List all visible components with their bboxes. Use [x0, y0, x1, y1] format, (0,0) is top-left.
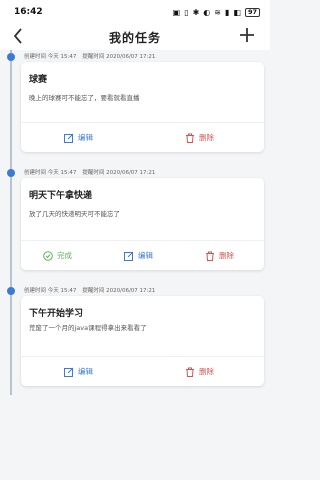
edit-label: 编辑: [78, 133, 93, 142]
edit-label: 编辑: [78, 367, 93, 376]
battery-indicator: 97: [244, 7, 260, 17]
edit-button[interactable]: 编辑: [64, 132, 93, 143]
task-body: 晚上的球赛可不能忘了，要看就看直播: [29, 94, 140, 102]
delete-label: 删除: [199, 367, 214, 376]
delete-button[interactable]: 删除: [185, 132, 214, 143]
task-title: 下午开始学习: [29, 309, 84, 319]
remind-time: 提醒时间 2020/06/07 17:21: [82, 288, 156, 294]
remind-time: 提醒时间 2020/06/07 17:21: [82, 54, 156, 60]
battery-level: 97: [247, 8, 257, 16]
delete-button[interactable]: 删除: [185, 366, 214, 377]
nfc-icon: ▣: [172, 7, 181, 17]
status-icons: ▣ ▯ ✱ ◐ ≋ ▮ ◧ 97: [172, 7, 260, 17]
card-divider: [21, 240, 264, 241]
done-button[interactable]: 完成: [43, 250, 72, 261]
timeline-dot: [7, 53, 15, 61]
card-divider: [21, 356, 264, 357]
remind-time: 提醒时间 2020/06/07 17:21: [82, 170, 156, 176]
delete-label: 删除: [219, 251, 234, 260]
task-card[interactable]: 球赛 晚上的球赛可不能忘了，要看就看直播 编辑 删除: [21, 62, 264, 152]
page-title: 我的任务: [108, 30, 161, 45]
status-bar: 16:42 ▣ ▯ ✱ ◐ ≋ ▮ ◧ 97: [0, 0, 270, 24]
created-time: 创建时间 今天 15:47: [24, 288, 77, 294]
task-card[interactable]: 明天下午拿快递 放了几天的快递明天可不能忘了 完成 编辑 删除: [21, 178, 264, 270]
task-body: 荒废了一个月的java课程得拿出来看看了: [29, 324, 147, 332]
back-chevron-icon[interactable]: [12, 26, 34, 48]
vibrate-icon: ▯: [184, 7, 189, 17]
delete-label: 删除: [199, 133, 214, 142]
task-body: 放了几天的快递明天可不能忘了: [29, 210, 120, 218]
task-title: 球赛: [29, 75, 48, 85]
edit-icon: [124, 251, 134, 261]
timeline-line: [10, 50, 12, 395]
card-divider: [21, 122, 264, 123]
edit-icon: [64, 133, 74, 143]
task-meta: 创建时间 今天 15:47 提醒时间 2020/06/07 17:21: [24, 286, 155, 294]
trash-icon: [186, 133, 194, 143]
edit-label: 编辑: [138, 251, 153, 260]
done-label: 完成: [57, 251, 72, 260]
timeline-dot: [7, 287, 15, 295]
silent-icon: ◐: [203, 7, 211, 17]
plus-icon[interactable]: [236, 25, 258, 47]
task-title: 明天下午拿快递: [29, 191, 93, 201]
edit-icon: [64, 367, 74, 377]
hd-icon: ◧: [233, 7, 241, 17]
task-meta: 创建时间 今天 15:47 提醒时间 2020/06/07 17:21: [24, 52, 155, 60]
task-meta: 创建时间 今天 15:47 提醒时间 2020/06/07 17:21: [24, 168, 155, 176]
check-circle-icon: [43, 250, 53, 261]
status-time: 16:42: [14, 7, 43, 17]
edit-button[interactable]: 编辑: [64, 366, 93, 377]
created-time: 创建时间 今天 15:47: [24, 54, 77, 60]
task-card[interactable]: 下午开始学习 荒废了一个月的java课程得拿出来看看了 编辑 删除: [21, 296, 264, 386]
timeline-dot: [7, 169, 15, 177]
edit-button[interactable]: 编辑: [124, 250, 153, 261]
bluetooth-icon: ✱: [192, 7, 200, 17]
created-time: 创建时间 今天 15:47: [24, 170, 77, 176]
wifi-icon: ≋: [214, 7, 221, 17]
nav-bar: 我的任务: [0, 24, 270, 50]
trash-icon: [206, 251, 214, 261]
signal-icon: ▮: [224, 7, 230, 17]
delete-button[interactable]: 删除: [205, 250, 234, 261]
trash-icon: [186, 367, 194, 377]
